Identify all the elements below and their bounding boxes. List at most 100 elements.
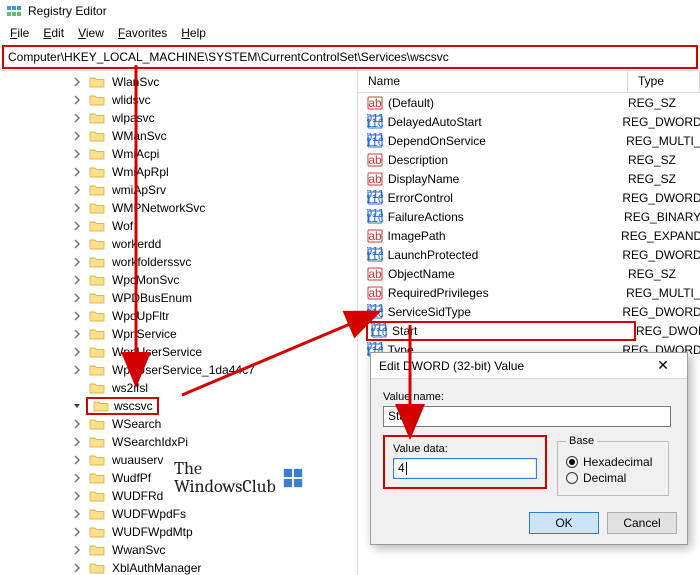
folder-icon (89, 507, 105, 521)
tree-item[interactable]: WMPNetworkSvc (14, 199, 357, 217)
tree-item[interactable]: WUDFWpdFs (14, 505, 357, 523)
tree-item[interactable]: WmiApRpl (14, 163, 357, 181)
tree-item-label: WUDFWpdFs (110, 507, 188, 521)
tree-item[interactable]: wmiApSrv (14, 181, 357, 199)
value-data-label: Value data: (393, 443, 537, 455)
value-row[interactable]: abObjectNameREG_SZ (358, 264, 700, 283)
svg-text:ab: ab (368, 229, 382, 243)
chevron-right-icon[interactable] (70, 309, 84, 323)
tree-item[interactable]: wlpasvc (14, 109, 357, 127)
tree-item[interactable]: workerdd (14, 235, 357, 253)
chevron-right-icon[interactable] (70, 75, 84, 89)
value-row[interactable]: 011110FailureActionsREG_BINARY (358, 207, 700, 226)
tree-item-label: WpnUserService_1da44c7 (110, 363, 257, 377)
value-name: (Default) (388, 96, 628, 110)
value-name-field[interactable]: Start (383, 406, 671, 427)
menu-favorites[interactable]: Favorites (112, 24, 173, 42)
tree-item[interactable]: WManSvc (14, 127, 357, 145)
chevron-down-icon[interactable] (70, 399, 84, 413)
tree-item-label: WpnService (110, 327, 179, 341)
chevron-right-icon[interactable] (70, 417, 84, 431)
tree-item[interactable]: ws2ifsl (14, 379, 357, 397)
tree-item[interactable]: WpnUserService_1da44c7 (14, 361, 357, 379)
address-bar[interactable]: Computer\HKEY_LOCAL_MACHINE\SYSTEM\Curre… (2, 45, 698, 69)
value-type: REG_MULTI_ (626, 134, 700, 148)
tree-item-label: WPDBusEnum (110, 291, 194, 305)
radio-decimal[interactable]: Decimal (566, 471, 660, 485)
close-icon[interactable]: ✕ (647, 355, 679, 377)
svg-text:110: 110 (367, 135, 383, 149)
cancel-button[interactable]: Cancel (607, 512, 677, 534)
tree-item[interactable]: WPDBusEnum (14, 289, 357, 307)
menu-help[interactable]: Help (175, 24, 212, 42)
string-value-icon: ab (366, 95, 384, 111)
tree-item[interactable]: wlidsvc (14, 91, 357, 109)
menu-file[interactable]: File (4, 24, 35, 42)
tree-item[interactable]: WSearchIdxPi (14, 433, 357, 451)
chevron-right-icon[interactable] (70, 543, 84, 557)
value-row[interactable]: 011110DependOnServiceREG_MULTI_ (358, 131, 700, 150)
chevron-right-icon[interactable] (70, 561, 84, 575)
value-name: Start (392, 324, 632, 338)
chevron-right-icon[interactable] (70, 183, 84, 197)
value-row[interactable]: ab(Default)REG_SZ (358, 93, 700, 112)
chevron-right-icon[interactable] (70, 165, 84, 179)
ok-button[interactable]: OK (529, 512, 599, 534)
chevron-right-icon[interactable] (70, 363, 84, 377)
chevron-right-icon[interactable] (70, 291, 84, 305)
chevron-right-icon[interactable] (70, 201, 84, 215)
tree-item[interactable]: WlanSvc (14, 73, 357, 91)
chevron-right-icon[interactable] (70, 147, 84, 161)
tree-item[interactable]: WpdUpFltr (14, 307, 357, 325)
value-row[interactable]: 011110ErrorControlREG_DWORD (358, 188, 700, 207)
chevron-right-icon[interactable] (70, 327, 84, 341)
tree-item[interactable]: workfolderssvc (14, 253, 357, 271)
value-row[interactable]: abDescriptionREG_SZ (358, 150, 700, 169)
col-name[interactable]: Name (358, 71, 628, 92)
chevron-right-icon[interactable] (70, 471, 84, 485)
chevron-right-icon[interactable] (70, 129, 84, 143)
chevron-right-icon[interactable] (70, 93, 84, 107)
chevron-right-icon[interactable] (70, 435, 84, 449)
tree-item[interactable]: WpnService (14, 325, 357, 343)
value-row[interactable]: abImagePathREG_EXPAND (358, 226, 700, 245)
svg-text:ab: ab (368, 286, 382, 300)
tree-item-label: Wof (110, 219, 135, 233)
tree-item[interactable]: XblAuthManager (14, 559, 357, 575)
tree-item[interactable]: wscsvc (14, 397, 357, 415)
chevron-right-icon[interactable] (70, 345, 84, 359)
chevron-right-icon[interactable] (70, 219, 84, 233)
value-row[interactable]: 011110StartREG_DWORD (358, 321, 700, 340)
value-name-label: Value name: (383, 391, 675, 403)
tree-item[interactable]: WSearch (14, 415, 357, 433)
chevron-right-icon[interactable] (70, 525, 84, 539)
tree-item[interactable]: WpnUserService (14, 343, 357, 361)
tree-pane[interactable]: WlanSvcwlidsvcwlpasvcWManSvcWmiAcpiWmiAp… (0, 71, 358, 575)
tree-item[interactable]: WUDFWpdMtp (14, 523, 357, 541)
col-type[interactable]: Type (628, 71, 700, 92)
radio-hexadecimal[interactable]: Hexadecimal (566, 455, 660, 469)
value-data-field[interactable]: 4 (393, 458, 537, 479)
chevron-right-icon[interactable] (70, 489, 84, 503)
chevron-right-icon[interactable] (70, 255, 84, 269)
value-row[interactable]: 011110DelayedAutoStartREG_DWORD (358, 112, 700, 131)
tree-item[interactable]: WmiAcpi (14, 145, 357, 163)
value-row[interactable]: abRequiredPrivilegesREG_MULTI_ (358, 283, 700, 302)
chevron-right-icon[interactable] (70, 507, 84, 521)
value-row[interactable]: 011110LaunchProtectedREG_DWORD (358, 245, 700, 264)
tree-item[interactable]: WwanSvc (14, 541, 357, 559)
value-row[interactable]: 011110ServiceSidTypeREG_DWORD (358, 302, 700, 321)
chevron-right-icon[interactable] (70, 453, 84, 467)
dialog-titlebar[interactable]: Edit DWORD (32-bit) Value ✕ (371, 353, 687, 379)
folder-icon (89, 453, 105, 467)
value-row[interactable]: abDisplayNameREG_SZ (358, 169, 700, 188)
value-type: REG_DWORD (622, 248, 700, 262)
chevron-right-icon[interactable] (70, 237, 84, 251)
chevron-right-icon[interactable] (70, 111, 84, 125)
tree-item[interactable]: WpcMonSvc (14, 271, 357, 289)
chevron-right-icon[interactable] (70, 273, 84, 287)
tree-item[interactable]: Wof (14, 217, 357, 235)
menu-edit[interactable]: Edit (37, 24, 70, 42)
value-name: ObjectName (388, 267, 628, 281)
menu-view[interactable]: View (72, 24, 110, 42)
